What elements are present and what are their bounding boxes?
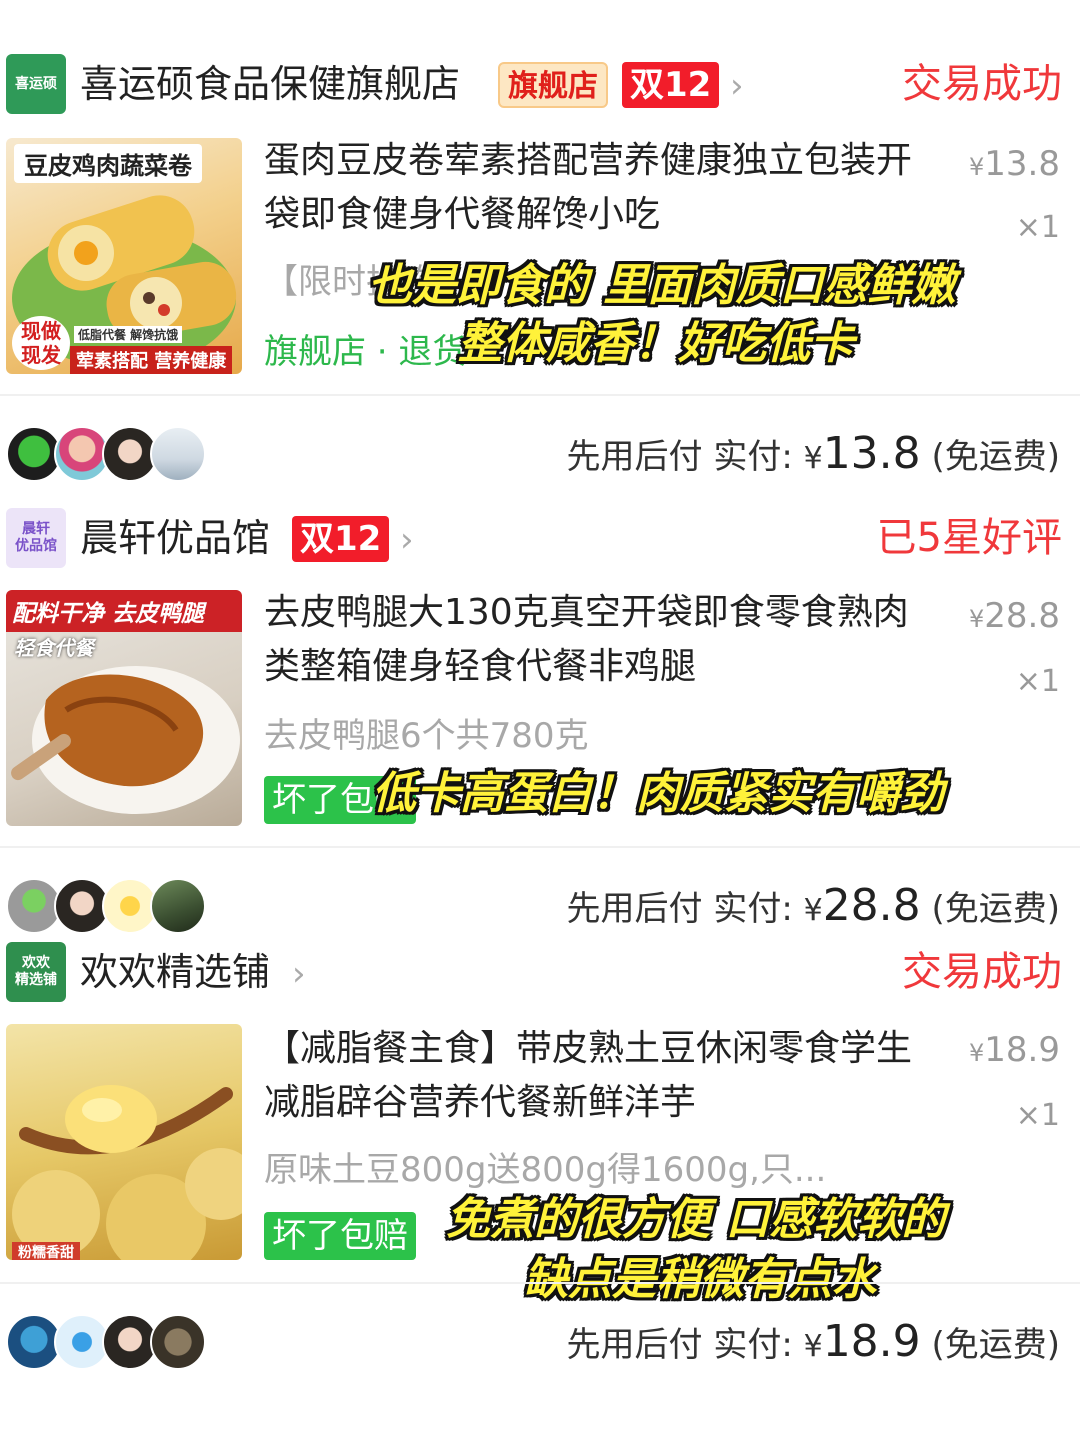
item-price: ¥13.8 (969, 144, 1060, 184)
paid-amount: 18.9 (822, 1316, 921, 1367)
currency-symbol: ¥ (969, 605, 985, 633)
payment-summary: 先用后付 实付: ¥18.9 (免运费) (567, 1312, 1060, 1377)
product-title[interactable]: 【减脂餐主食】带皮熟土豆休闲零食学生减脂辟谷营养代餐新鲜洋芋 (264, 1022, 924, 1130)
chevron-right-icon[interactable]: › (730, 64, 744, 108)
payment-row: 先用后付 实付: ¥28.8 (免运费) (0, 870, 1080, 940)
review-overlay-text: 缺点是稍微有点水 (524, 1254, 876, 1305)
product-thumbnail[interactable]: 粉糯香甜 (6, 1024, 242, 1260)
avatar-group[interactable] (6, 878, 206, 938)
thumbnail-caption: 荤素搭配 营养健康 (70, 346, 233, 374)
store-logo: 喜运硕 (6, 54, 66, 114)
product-spec: 去皮鸭腿6个共780克 (264, 716, 589, 756)
store-header[interactable]: 晨轩 优品馆 晨轩优品馆 双12 › 已5星好评 (0, 508, 1080, 572)
thumbnail-badge: 现做 现发 (12, 316, 70, 370)
store-name[interactable]: 喜运硕食品保健旗舰店 (80, 60, 460, 108)
product-title[interactable]: 蛋肉豆皮卷荤素搭配营养健康独立包装开袋即食健身代餐解馋小吃 (264, 134, 924, 242)
payment-label: 先用后付 实付: (566, 1325, 793, 1365)
product-spec: 原味土豆800g送800g得1600g,只... (264, 1150, 827, 1190)
review-overlay-text: 也是即食的 里面肉质口感鲜嫩 (368, 260, 956, 311)
avatar (150, 878, 206, 934)
store-logo: 欢欢 精选铺 (6, 942, 66, 1002)
payment-row: 先用后付 实付: ¥13.8 (免运费) (0, 418, 1080, 488)
double12-badge: 双12 (622, 62, 720, 108)
paid-amount: 13.8 (822, 428, 921, 479)
review-overlay-text: 免煮的很方便 口感软软的 (446, 1194, 946, 1245)
store-name[interactable]: 欢欢精选铺 (80, 948, 270, 996)
thumbnail-small-text: 低脂代餐 解馋抗饿 (74, 326, 183, 343)
store-name[interactable]: 晨轩优品馆 (80, 514, 270, 562)
item-quantity: ×1 (1015, 210, 1060, 245)
currency-symbol: ¥ (969, 153, 985, 181)
paid-amount: 28.8 (822, 880, 921, 931)
thumbnail-subtitle: 轻食代餐 (14, 636, 94, 660)
shipping-note: (免运费) (931, 889, 1060, 929)
currency-symbol: ¥ (803, 1329, 823, 1364)
divider (0, 846, 1080, 848)
order-status: 交易成功 (902, 61, 1062, 107)
divider (0, 394, 1080, 396)
shipping-note: (免运费) (931, 437, 1060, 477)
thumbnail-caption: 粉糯香甜 (12, 1242, 80, 1260)
order-status: 交易成功 (902, 949, 1062, 995)
potato-illustration (12, 1085, 242, 1260)
divider (0, 1282, 1080, 1284)
item-price: ¥28.8 (969, 596, 1060, 636)
double12-badge: 双12 (292, 516, 390, 562)
store-header[interactable]: 欢欢 精选铺 欢欢精选铺 › 交易成功 (0, 942, 1080, 1006)
store-logo: 晨轩 优品馆 (6, 508, 66, 568)
currency-symbol: ¥ (803, 441, 823, 476)
currency-symbol: ¥ (803, 893, 823, 928)
flagship-badge: 旗舰店 (498, 62, 608, 108)
order-status: 已5星好评 (876, 515, 1062, 561)
item-quantity: ×1 (1015, 664, 1060, 699)
payment-summary: 先用后付 实付: ¥13.8 (免运费) (567, 424, 1060, 489)
payment-summary: 先用后付 实付: ¥28.8 (免运费) (567, 876, 1060, 941)
store-header[interactable]: 喜运硕 喜运硕食品保健旗舰店 旗舰店 双12 › 交易成功 (0, 54, 1080, 118)
product-thumbnail[interactable]: 豆皮鸡肉蔬菜卷 现做 现发 低脂代餐 解馋抗饿 荤素搭配 营养健康 (6, 138, 242, 374)
product-title[interactable]: 去皮鸭腿大130克真空开袋即食零食熟肉类整箱健身轻食代餐非鸡腿 (264, 586, 924, 694)
payment-row: 先用后付 实付: ¥18.9 (免运费) (0, 1306, 1080, 1376)
chevron-right-icon[interactable]: › (292, 952, 306, 996)
currency-symbol: ¥ (969, 1039, 985, 1067)
chevron-right-icon[interactable]: › (400, 518, 414, 562)
review-overlay-text: 整体咸香！好吃低卡 (458, 318, 854, 369)
avatar-group[interactable] (6, 1314, 206, 1374)
avatar-group[interactable] (6, 426, 206, 486)
service-tag: 坏了包赔 (264, 1212, 416, 1260)
payment-label: 先用后付 实付: (566, 889, 793, 929)
review-overlay-text: 低卡高蛋白！肉质紧实有嚼劲 (372, 768, 944, 819)
item-price: ¥18.9 (969, 1030, 1060, 1070)
item-quantity: ×1 (1015, 1098, 1060, 1133)
avatar (150, 426, 206, 482)
product-thumbnail[interactable]: 配料干净 去皮鸭腿 轻食代餐 (6, 590, 242, 826)
payment-label: 先用后付 实付: (566, 437, 793, 477)
service-tag: 旗舰店 · 退货 (264, 332, 467, 372)
thumbnail-title: 豆皮鸡肉蔬菜卷 (14, 144, 202, 183)
thumbnail-title: 配料干净 去皮鸭腿 (6, 590, 242, 632)
avatar (150, 1314, 206, 1370)
shipping-note: (免运费) (931, 1325, 1060, 1365)
